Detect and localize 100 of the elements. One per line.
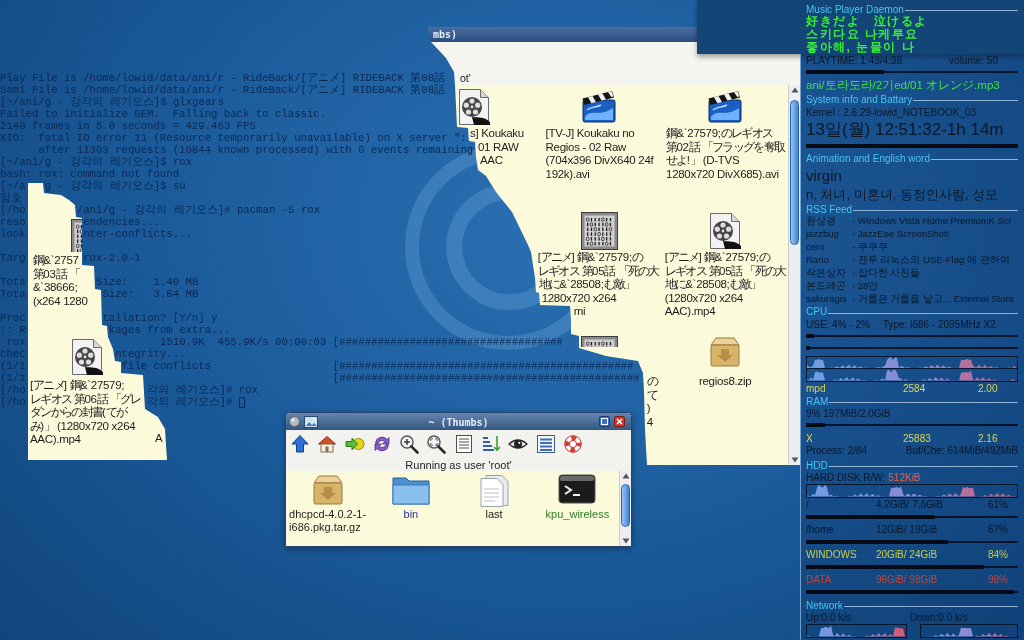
film-reel-document-icon[interactable] xyxy=(708,212,743,250)
section-heading: System info and Battary xyxy=(806,92,913,107)
terminal-icon[interactable] xyxy=(558,474,597,504)
terminal-text: nter-conflicts... xyxy=(83,228,192,240)
up-triangle-icon[interactable] xyxy=(621,473,630,479)
package-icon[interactable] xyxy=(708,336,743,368)
section-heading: Animation and English word xyxy=(806,151,930,166)
section-heading: RAM xyxy=(806,394,829,409)
binary-file-icon[interactable] xyxy=(71,219,82,252)
rss-source-text: 환상경 xyxy=(806,215,836,227)
file-name-label[interactable]: dhcpcd-4.0.2-1- i686.pkg.tar.gz xyxy=(289,508,367,534)
file-name-label[interactable]: [TV-J] Koukaku no Regios - 02 Raw (704x396 DivX640 24f 192k).avi xyxy=(545,127,654,181)
section-heading: Network xyxy=(806,598,843,613)
binary-file-icon[interactable] xyxy=(581,336,618,347)
film-reel-document-icon[interactable] xyxy=(456,88,491,126)
ball-icon[interactable] xyxy=(289,416,300,427)
close-icon[interactable] xyxy=(614,416,625,427)
section-heading: HDD xyxy=(806,458,828,473)
playtime-text: PLAYTIME: 1:43/4:38 xyxy=(806,54,902,68)
disk-percent-text: 98% xyxy=(988,572,1008,587)
process-count-text: Process: 2/84 xyxy=(806,444,868,458)
text-lines-icon[interactable] xyxy=(453,433,474,454)
lyrics-line: 好きだよ 泣けるよ xyxy=(806,13,928,28)
zoom-fit-icon[interactable] xyxy=(426,433,447,454)
up-triangle-icon[interactable] xyxy=(790,87,799,93)
song-path-text: ani/토라도라/2기ed/01 オレンジ.mp3 xyxy=(806,77,1000,93)
folder-icon[interactable] xyxy=(390,474,431,506)
process-name-text: mpd xyxy=(806,382,826,394)
disk-usage-text: 4.2GiB/ 7.6GiB xyxy=(876,498,943,510)
refresh-icon[interactable] xyxy=(371,433,392,454)
file-name-label[interactable]: regios8.zip xyxy=(699,375,752,389)
sort-icon[interactable] xyxy=(481,433,502,454)
rss-source-text: sakuragis xyxy=(806,293,847,305)
rss-source-text: 작은상자 xyxy=(806,267,846,279)
terminal-text: rox xyxy=(6,336,26,348)
terminal-text: 각의 레기오스]# rox xyxy=(147,384,258,396)
terminal-text: 각의 레기오스]# xyxy=(147,396,233,408)
terminal-text: [/ho xyxy=(0,204,26,216)
file-name-label[interactable]: A xyxy=(155,432,163,446)
terminal-text: bash: rox: command not found xyxy=(0,168,180,180)
maximize-icon[interactable] xyxy=(599,416,610,427)
document-icon[interactable] xyxy=(478,474,511,508)
cpu-usage-text: USE: 4% - 2% xyxy=(806,317,870,332)
section-heading: CPU xyxy=(806,305,828,319)
rss-source-text: jazzbug xyxy=(806,228,839,240)
file-name-label[interactable]: [アニメ] 鋼&`27579;の レギオス 第05話 「死の大 地に&`28508;む敵」 1280x720 x264 mi xyxy=(537,251,659,319)
mount-point-text: / xyxy=(806,498,809,510)
file-name-label[interactable]: last xyxy=(485,508,503,521)
clapperboard-icon[interactable] xyxy=(580,88,619,124)
lyrics-line: 좋아해, 눈물이 나 xyxy=(806,39,915,56)
down-triangle-icon[interactable] xyxy=(790,457,799,463)
up-arrow-icon[interactable] xyxy=(290,433,310,454)
file-name-label[interactable]: [アニメ] 鋼&`27579; レギオス 第06話 「グレ ダンからの封書(てが み)」 (1280x720 x264 AAC).mp4 xyxy=(30,379,141,447)
process-id-text: 25883 xyxy=(903,432,931,444)
scrollbar-thumb[interactable] xyxy=(790,100,799,245)
mount-point-text: WINDOWS xyxy=(806,548,857,560)
clapperboard-icon[interactable] xyxy=(706,88,745,124)
process-cpu-text: 2.16 xyxy=(978,431,998,446)
down-triangle-icon[interactable] xyxy=(621,538,630,544)
terminal-text: [############################################## xyxy=(332,360,634,372)
disk-usage-text: 12GiB/ 19GiB xyxy=(876,523,938,535)
rss-headline-text: - 젠투 리눅스의 USE-Flag 에 관하여 xyxy=(852,253,1010,268)
scrollbar-thumb[interactable] xyxy=(621,484,630,527)
disk-rw-value: 512KiB xyxy=(888,470,921,485)
volume-text: volume: 50 xyxy=(949,53,998,68)
mount-point-text: DATA xyxy=(806,573,832,585)
scrollbar-track[interactable] xyxy=(788,85,800,465)
terminal-text: /ani/g - 강각의 레기오스]# pacman -S rox xyxy=(76,204,321,216)
terminal-text: reso xyxy=(0,216,26,228)
status-text: Running as user 'root' xyxy=(405,459,512,471)
terminal-text: Targ xyxy=(0,252,26,264)
rss-headline-text: - 거룹은 거룹을 낳고... External Stora xyxy=(852,292,1014,307)
terminal-text: XIO: fatal IO error 11 (Resource temporarily unavailable) on X server ": xyxy=(0,132,467,144)
terminal-text: Size: 3.84 MB xyxy=(102,288,199,300)
lifebuoy-icon[interactable] xyxy=(562,433,583,454)
zoom-in-icon[interactable] xyxy=(399,433,420,454)
disk-percent-text: 67% xyxy=(988,522,1008,537)
terminal-text: Size: 1.40 MB xyxy=(96,276,199,288)
picture-icon[interactable] xyxy=(304,415,318,428)
file-name-label[interactable]: bin xyxy=(403,508,419,521)
film-reel-document-icon[interactable] xyxy=(70,338,104,376)
terminal-text: [~/ani/g - 강각의 레기오스]$ glxgears xyxy=(0,96,225,108)
file-name-label[interactable]: 鋼&`27579;のレギオス 第02話 「フラッグを奪取 せよ!」 (D-TVS 1280x720 DivX685).avi xyxy=(666,127,785,181)
terminal-text: Proc xyxy=(0,312,26,324)
binary-file-icon[interactable] xyxy=(581,212,618,250)
buffer-cache-text: Buf/Che: 614MiB/492MiB xyxy=(905,444,1018,458)
package-icon[interactable] xyxy=(310,474,345,506)
file-name-label[interactable]: [アニメ] 鋼&`27579;の レギオス 第05話 「死の大 地に&`28508;む敵」 (1280x720 x264 AAC).mp4 xyxy=(664,251,786,319)
list-icon[interactable] xyxy=(535,433,556,454)
home-icon[interactable] xyxy=(317,433,338,454)
terminal-text: [############################################### xyxy=(332,372,640,384)
window-title: ~ (Thumbs) xyxy=(428,417,489,428)
file-name-label[interactable]: の て ) 4 xyxy=(646,375,657,429)
scrollbar-track[interactable] xyxy=(619,471,631,546)
rss-source-text: 본드레곤 xyxy=(806,280,846,292)
terminal-text: endencies... xyxy=(83,216,160,228)
mount-point-text: /home xyxy=(806,523,834,535)
section-heading: Music Player Daemon xyxy=(806,2,904,15)
file-name-label[interactable]: kpu_wireless xyxy=(545,508,610,521)
status-text: ot' xyxy=(460,72,471,84)
